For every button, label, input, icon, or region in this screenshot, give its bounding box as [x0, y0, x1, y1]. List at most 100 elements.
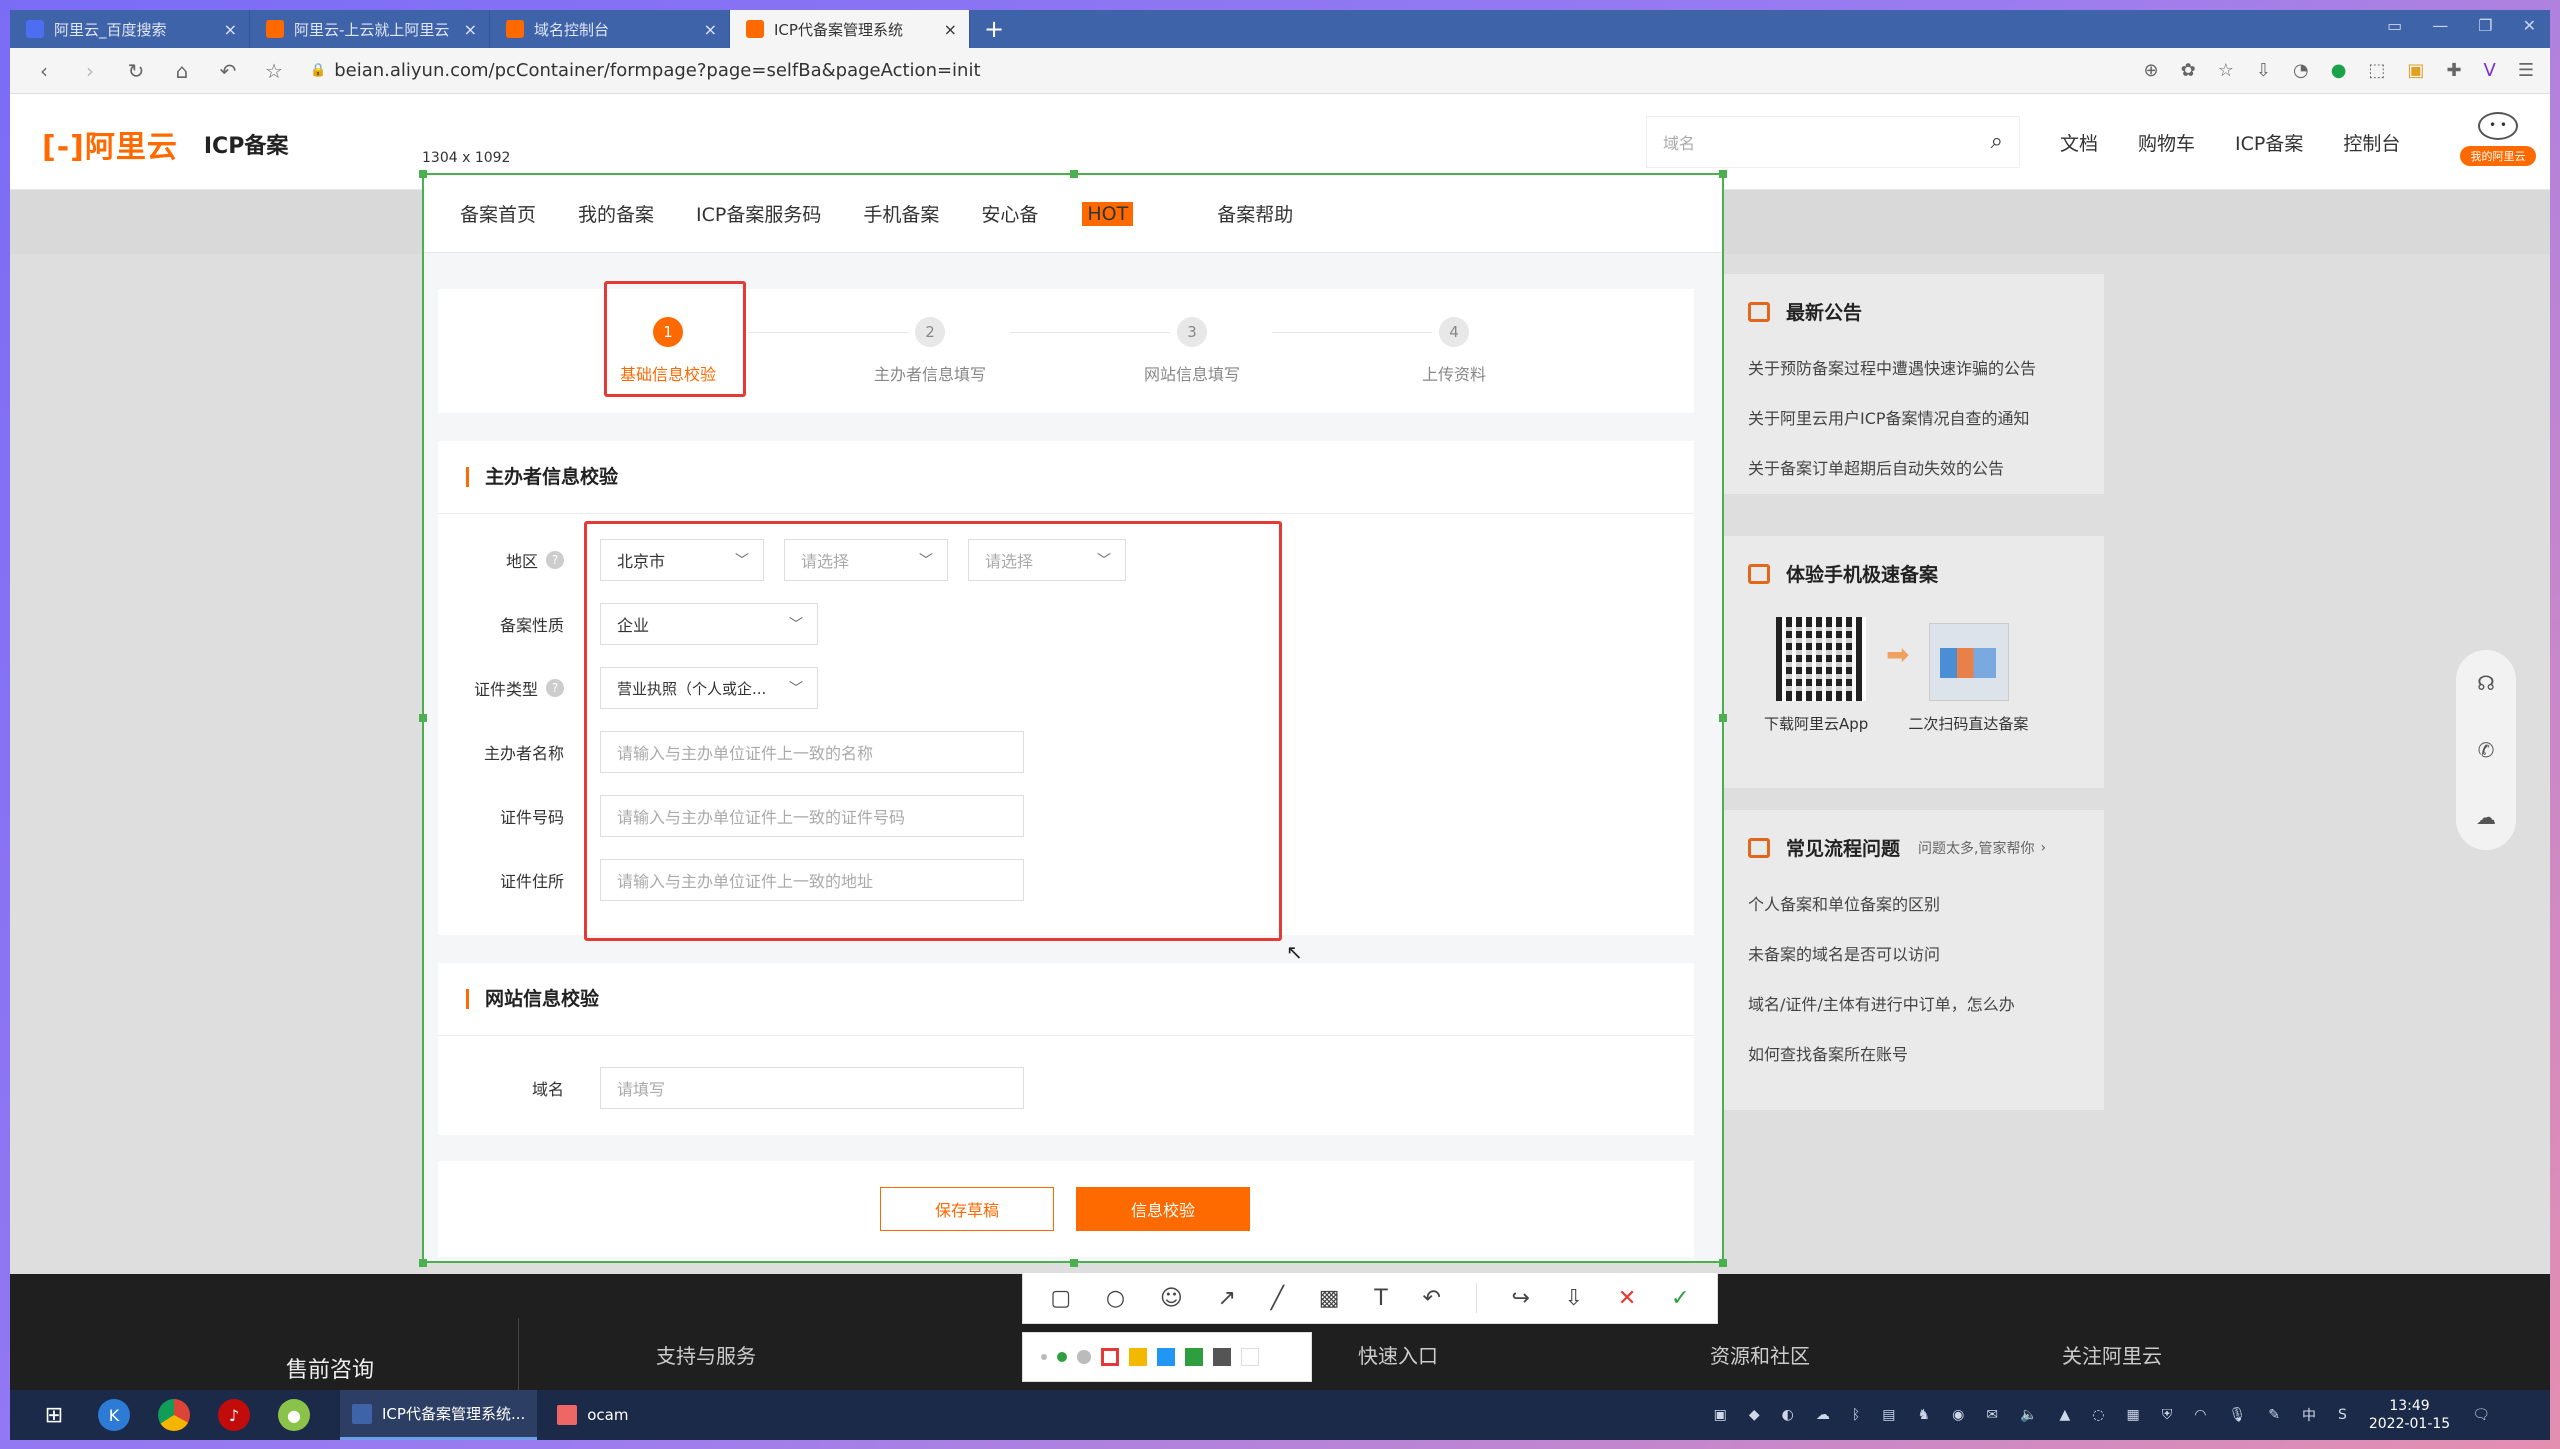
onedrive-icon[interactable]: ☁ [1816, 1407, 1830, 1423]
resize-handle[interactable] [1070, 170, 1078, 178]
puzzle-icon[interactable]: ✚ [2446, 60, 2461, 81]
ime-indicator[interactable]: 中 [2302, 1405, 2316, 1425]
back-icon[interactable]: ‹ [32, 59, 56, 83]
subnav-help[interactable]: 备案帮助 [1217, 200, 1293, 227]
wechat-icon[interactable]: ✉ [1986, 1407, 1998, 1423]
resize-handle[interactable] [1070, 1259, 1078, 1267]
color-white-swatch[interactable] [1241, 1348, 1259, 1366]
color-green-swatch[interactable] [1185, 1348, 1203, 1366]
aliyun-logo[interactable]: [-]阿里云 ICP备案 [42, 122, 288, 166]
color-red-swatch[interactable] [1101, 1348, 1119, 1366]
footer-col-quick[interactable]: 快速入口 [1358, 1340, 1438, 1369]
undo-tool-icon[interactable]: ↶ [1423, 1286, 1441, 1311]
size-small-icon[interactable] [1041, 1354, 1047, 1360]
faq-item[interactable]: 如何查找备案所在账号 [1748, 1041, 2076, 1065]
nav-console[interactable]: 控制台 [2343, 129, 2400, 156]
undo-icon[interactable]: ↶ [216, 59, 240, 83]
footer-col-support[interactable]: 支持与服务 [656, 1340, 756, 1369]
pen-icon[interactable]: ✎ [2268, 1407, 2280, 1423]
nav-cart[interactable]: 购物车 [2138, 129, 2195, 156]
size-medium-icon[interactable] [1057, 1352, 1067, 1362]
restore-icon[interactable]: ❐ [2478, 16, 2492, 35]
emoji-tool-icon[interactable]: ☺ [1160, 1286, 1183, 1311]
favorite-icon[interactable]: ☆ [2218, 60, 2234, 81]
chevron-right-icon[interactable]: › [2040, 840, 2046, 856]
faq-item[interactable]: 未备案的域名是否可以访问 [1748, 941, 2076, 965]
window-close-icon[interactable]: ✕ [2523, 16, 2536, 35]
footer-col-follow[interactable]: 关注阿里云 [2062, 1340, 2162, 1369]
headset-icon[interactable]: ☊ [2477, 671, 2495, 695]
line-tool-icon[interactable]: ╱ [1271, 1286, 1284, 1311]
browser-tab-3[interactable]: 域名控制台 × [490, 10, 730, 48]
announcement-item[interactable]: 关于阿里云用户ICP备案情况自查的通知 [1748, 405, 2076, 429]
tray-icon[interactable]: ♞ [1918, 1407, 1931, 1423]
share-icon[interactable]: ↪ [1511, 1286, 1529, 1311]
screenshot-selection[interactable]: 备案首页 我的备案 ICP备案服务码 手机备案 安心备 HOT 备案帮助 1 基础… [422, 173, 1724, 1263]
help-icon[interactable]: ? [546, 679, 564, 697]
clock[interactable]: 13:49 2022-01-15 [2369, 1397, 2450, 1433]
tray-icon[interactable]: ◌ [2092, 1407, 2104, 1423]
tray-icon[interactable]: ◐ [1782, 1407, 1794, 1423]
tray-icon[interactable]: ◆ [1749, 1407, 1760, 1423]
home-icon[interactable]: ⌂ [170, 59, 194, 83]
taskbar-app-browser[interactable]: ICP代备案管理系统... [340, 1390, 538, 1440]
color-gray-swatch[interactable] [1213, 1348, 1231, 1366]
browser-tab-1[interactable]: 阿里云_百度搜索 × [10, 10, 250, 48]
reload-icon[interactable]: ↻ [124, 59, 148, 83]
cancel-icon[interactable]: ✕ [1618, 1286, 1636, 1311]
user-avatar[interactable]: • • 我的阿里云 [2460, 112, 2536, 172]
tab-list-icon[interactable]: ▭ [2387, 16, 2402, 35]
bookmark-star-icon[interactable]: ☆ [262, 59, 286, 83]
search-icon[interactable]: ⌕ [1991, 129, 2003, 154]
resize-handle[interactable] [1719, 1259, 1727, 1267]
v-extension-icon[interactable]: V [2484, 60, 2496, 81]
close-icon[interactable]: × [944, 20, 957, 39]
faq-item[interactable]: 域名/证件/主体有进行中订单，怎么办 [1748, 991, 2076, 1015]
tray-icon[interactable]: ▣ [1714, 1407, 1727, 1423]
subnav-home[interactable]: 备案首页 [460, 200, 536, 227]
text-tool-icon[interactable]: T [1374, 1286, 1387, 1311]
rectangle-tool-icon[interactable]: ▢ [1050, 1286, 1071, 1311]
mic-icon[interactable]: 🎙 [2228, 1407, 2246, 1423]
tray-icon[interactable]: ◉ [1952, 1407, 1964, 1423]
verify-button[interactable]: 信息校验 [1076, 1187, 1250, 1231]
resize-handle[interactable] [1719, 714, 1727, 722]
wifi-icon[interactable]: ◠ [2194, 1407, 2206, 1423]
resize-handle[interactable] [1719, 170, 1727, 178]
subnav-service-code[interactable]: ICP备案服务码 [696, 200, 821, 227]
forward-icon[interactable]: › [78, 59, 102, 83]
phone-icon[interactable]: ✆ [2478, 738, 2495, 762]
mosaic-tool-icon[interactable]: ▩ [1319, 1286, 1340, 1311]
domain-input[interactable]: 请填写 [600, 1067, 1024, 1109]
k-app-icon[interactable]: K [98, 1399, 130, 1431]
announcement-item[interactable]: 关于预防备案过程中遭遇快速诈骗的公告 [1748, 355, 2076, 379]
help-icon[interactable]: ? [546, 551, 564, 569]
close-icon[interactable]: × [704, 20, 717, 39]
tray-icon[interactable]: ▤ [1882, 1407, 1895, 1423]
arrow-tool-icon[interactable]: ↗ [1218, 1286, 1236, 1311]
sogou-icon[interactable]: S [2338, 1407, 2347, 1423]
site-search-input[interactable]: 域名 ⌕ [1646, 116, 2020, 168]
subnav-my-filings[interactable]: 我的备案 [578, 200, 654, 227]
nvidia-icon[interactable]: ▲ [2059, 1407, 2070, 1423]
close-icon[interactable]: × [224, 20, 237, 39]
size-large-icon[interactable] [1077, 1350, 1091, 1364]
taskbar-app-ocam[interactable]: ocam [543, 1390, 642, 1440]
resize-handle[interactable] [419, 170, 427, 178]
faq-hint[interactable]: 问题太多,管家帮你 [1918, 838, 2034, 858]
chrome-icon[interactable] [158, 1399, 190, 1431]
tray-icon[interactable]: ▦ [2126, 1407, 2139, 1423]
download-icon[interactable]: ⇩ [2256, 60, 2271, 81]
app-icon[interactable]: ● [278, 1399, 310, 1431]
url-field[interactable]: 🔒 beian.aliyun.com/pcContainer/formpage?… [310, 60, 981, 81]
save-draft-button[interactable]: 保存草稿 [880, 1187, 1054, 1231]
screenshot-icon[interactable]: ⬚ [2368, 60, 2385, 81]
windows-start-icon[interactable]: ⊞ [38, 1399, 70, 1431]
extension-icon[interactable]: ✿ [2181, 60, 2196, 81]
resize-handle[interactable] [419, 714, 427, 722]
zoom-icon[interactable]: ⊕ [2144, 60, 2159, 81]
resize-handle[interactable] [419, 1259, 427, 1267]
notification-icon[interactable]: 🗨 [2472, 1407, 2490, 1423]
browser-tab-4[interactable]: ICP代备案管理系统 × [730, 10, 970, 48]
color-blue-swatch[interactable] [1157, 1348, 1175, 1366]
